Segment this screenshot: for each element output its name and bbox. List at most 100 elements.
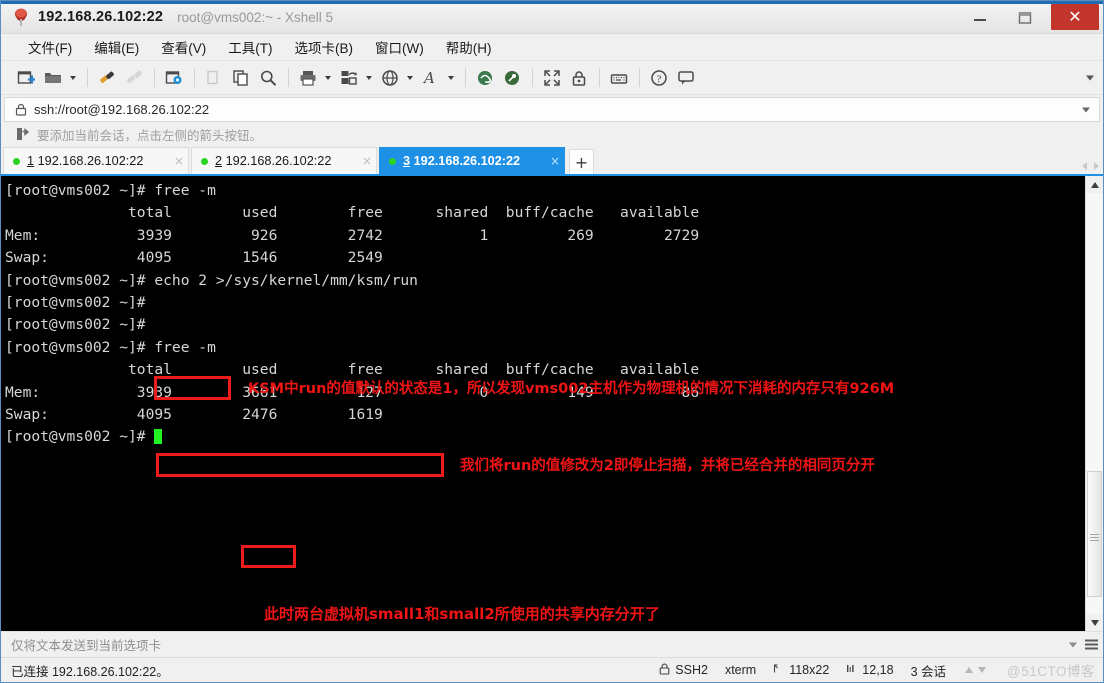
print-dropdown-icon[interactable] [322, 65, 333, 91]
terminal-screen[interactable]: [root@vms002 ~]# free -m total used free… [1, 176, 1085, 631]
menu-tools[interactable]: 工具(T) [217, 35, 283, 59]
toolbar-overflow-icon[interactable] [1086, 75, 1094, 80]
tab-session-1[interactable]: 1 192.168.26.102:22 × [3, 147, 189, 174]
send-bar[interactable]: 仅将文本发送到当前选项卡 [1, 631, 1103, 657]
toolbar: A ? [1, 61, 1103, 95]
paste-icon[interactable] [228, 65, 254, 91]
font-dropdown-icon[interactable] [445, 65, 456, 91]
annotation-ksm-run-default: KSM中run的值默认的状态是1，所以发现vms002主机作为物理机的情况下消耗… [248, 381, 895, 397]
status-right-group: SSH2 xterm 118x22 12,18 3 会话 @51CTO博客 [659, 660, 1095, 680]
terminal-cursor [154, 429, 163, 445]
title-accent-stripe [1, 1, 1103, 4]
script-icon[interactable] [499, 65, 525, 91]
lock-icon[interactable] [566, 65, 592, 91]
status-cursor-position[interactable]: 12,18 [846, 663, 894, 677]
address-dropdown-icon[interactable] [1082, 107, 1090, 112]
font-icon[interactable]: A [418, 65, 444, 91]
chat-icon[interactable] [673, 65, 699, 91]
sftp-icon[interactable] [472, 65, 498, 91]
tab-label: 1 192.168.26.102:22 [27, 154, 143, 168]
menu-edit[interactable]: 编辑(E) [83, 35, 150, 59]
scroll-up-icon[interactable] [1086, 176, 1103, 193]
help-icon[interactable]: ? [646, 65, 672, 91]
size-label: 118x22 [789, 663, 830, 677]
terminal-line: Mem: 3939 926 2742 1 269 2729 [5, 226, 700, 244]
title-bar: 192.168.26.102:22 root@vms002:~ - Xshell… [1, 1, 1103, 34]
maximize-button[interactable] [1002, 1, 1047, 34]
terminal-line: Swap: 4095 1546 2549 [5, 249, 383, 267]
menu-window[interactable]: 窗口(W) [364, 35, 435, 59]
menu-help[interactable]: 帮助(H) [435, 35, 503, 59]
tab-scroll-right-icon[interactable] [1094, 162, 1099, 170]
status-terminal-type[interactable]: xterm [725, 663, 756, 677]
terminal-scrollbar[interactable] [1085, 176, 1103, 631]
tab-close-icon[interactable]: × [540, 154, 560, 168]
globe-icon[interactable] [377, 65, 403, 91]
tab-number: 1 [27, 154, 35, 168]
send-target-dropdown-icon[interactable] [1069, 642, 1077, 647]
tab-session-2[interactable]: 2 192.168.26.102:22 × [191, 147, 377, 174]
open-folder-dropdown-icon[interactable] [67, 65, 78, 91]
minimize-button[interactable] [957, 1, 1002, 34]
tab-close-icon[interactable]: × [352, 154, 372, 168]
terminal-line: total used free shared buff/cache availa… [5, 204, 700, 222]
window-controls: ✕ [957, 1, 1103, 34]
session-properties-icon[interactable] [161, 65, 187, 91]
cursor-icon [846, 663, 857, 677]
new-session-icon[interactable] [13, 65, 39, 91]
toolbar-separator [639, 68, 640, 87]
prompt-text: [root@vms002 ~]# [5, 428, 155, 446]
download-arrow-icon [978, 667, 987, 673]
menu-view[interactable]: 查看(V) [150, 35, 217, 59]
cursor-position-label: 12,18 [862, 663, 894, 677]
tab-status-dot [389, 157, 396, 165]
menu-file[interactable]: 文件(F) [17, 35, 83, 59]
close-button[interactable]: ✕ [1051, 4, 1099, 30]
lock-icon [659, 663, 670, 678]
tab-session-3[interactable]: 3 192.168.26.102:22 × [379, 147, 565, 174]
connect-icon[interactable] [94, 65, 120, 91]
scroll-down-icon[interactable] [1086, 614, 1103, 631]
terminal-line: [root@vms002 ~]# free -m [5, 338, 216, 356]
print-icon[interactable] [295, 65, 321, 91]
annotation-shared-memory-split: 此时两台虚拟机small1和small2所使用的共享内存分开了 [264, 605, 660, 623]
toolbar-separator [87, 68, 88, 87]
svg-text:?: ? [657, 73, 662, 85]
scrollbar-thumb[interactable] [1087, 470, 1102, 598]
tab-close-icon[interactable]: × [164, 154, 184, 168]
address-bar[interactable]: ssh://root@192.168.26.102:22 [4, 97, 1100, 122]
session-hint-bar: 要添加当前会话，点击左侧的箭头按钮。 [1, 122, 1103, 146]
sessions-label: 3 会话 [910, 664, 947, 679]
new-tab-button[interactable]: + [569, 149, 594, 174]
keyboard-icon[interactable] [606, 65, 632, 91]
status-size[interactable]: 118x22 [773, 663, 829, 677]
status-protocol[interactable]: SSH2 [659, 663, 708, 678]
xshell-icon [10, 6, 32, 28]
fullscreen-icon[interactable] [539, 65, 565, 91]
status-transfer-arrows [965, 667, 987, 673]
menu-tabs[interactable]: 选项卡(B) [284, 35, 365, 59]
status-sessions[interactable]: 3 会话 [911, 661, 946, 680]
transfer-dropdown-icon[interactable] [363, 65, 374, 91]
tab-title: 192.168.26.102:22 [410, 154, 521, 168]
menu-bar: 文件(F) 编辑(E) 查看(V) 工具(T) 选项卡(B) 窗口(W) 帮助(… [1, 34, 1103, 61]
add-session-icon[interactable] [15, 127, 29, 141]
open-folder-icon[interactable] [40, 65, 66, 91]
tab-title: 192.168.26.102:22 [222, 154, 332, 168]
tab-scroll-controls [1082, 162, 1099, 170]
disconnect-icon [121, 65, 147, 91]
globe-dropdown-icon[interactable] [404, 65, 415, 91]
find-icon[interactable] [255, 65, 281, 91]
copy-session-icon [201, 65, 227, 91]
tab-strip: 1 192.168.26.102:22 × 2 192.168.26.102:2… [1, 146, 1103, 174]
send-bar-text: 仅将文本发送到当前选项卡 [11, 639, 162, 653]
status-bar: 已连接 192.168.26.102:22。 SSH2 xterm 118x22… [1, 657, 1103, 682]
scrollbar-track[interactable] [1086, 193, 1103, 614]
toolbar-separator [154, 68, 155, 87]
send-options-menu-icon[interactable] [1085, 639, 1098, 650]
window-title: 192.168.26.102:22 [38, 9, 164, 25]
address-input[interactable]: ssh://root@192.168.26.102:22 [34, 102, 209, 117]
upload-arrow-icon [965, 667, 974, 673]
transfer-icon[interactable] [336, 65, 362, 91]
tab-scroll-left-icon[interactable] [1082, 162, 1087, 170]
